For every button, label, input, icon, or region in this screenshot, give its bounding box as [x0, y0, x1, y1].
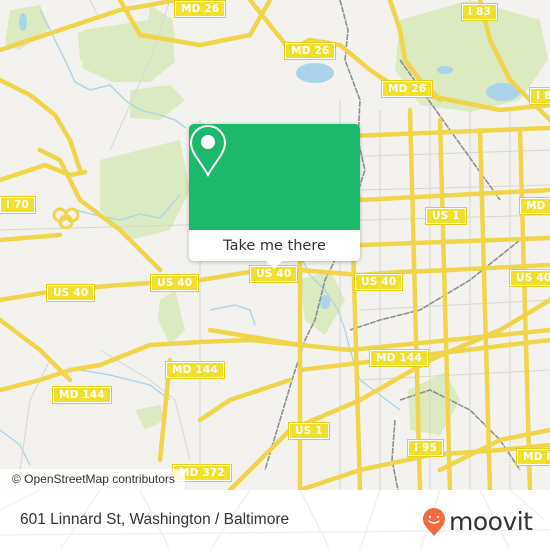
moovit-pin-icon	[423, 508, 445, 536]
interchange	[52, 207, 80, 230]
map-pin-icon	[189, 124, 227, 178]
route-shield: US 40	[508, 269, 550, 287]
moovit-logo[interactable]: moovit	[422, 507, 533, 537]
route-shield: MD 26	[380, 80, 434, 98]
location-popup: Take me there	[189, 124, 360, 269]
route-shield: US 40	[45, 284, 96, 302]
map-canvas[interactable]: MD 26 MD 26 MD 26 I 83 I 83 I 70 US 1 MD…	[0, 0, 550, 490]
route-shield: I 83	[461, 3, 498, 21]
take-me-there-button[interactable]: Take me there	[189, 230, 360, 261]
address-label: 601 Linnard St, Washington / Baltimore	[20, 511, 290, 528]
route-shield: MD 144	[369, 349, 429, 367]
brand-name: moovit	[449, 507, 533, 536]
footer-bar: 601 Linnard St, Washington / Baltimore m…	[0, 490, 550, 550]
osm-attribution[interactable]: © OpenStreetMap contributors	[0, 469, 185, 490]
route-shield: I 95	[407, 439, 444, 457]
route-shield: MD 144	[165, 361, 225, 379]
route-shield: I 70	[0, 196, 36, 214]
popup-pointer	[265, 260, 283, 269]
route-shield: MD 1	[519, 197, 550, 215]
popup-header	[189, 124, 360, 230]
route-shield: US 1	[288, 422, 330, 440]
route-shield: MD 26	[283, 42, 337, 60]
route-shield: US 1	[425, 207, 467, 225]
route-shield: MD 64	[515, 448, 550, 466]
route-shield: US 40	[149, 274, 200, 292]
route-shield: MD 26	[173, 0, 227, 18]
route-shield: MD 144	[52, 386, 112, 404]
route-shield: I 83	[529, 87, 550, 105]
route-shield: US 40	[353, 273, 404, 291]
